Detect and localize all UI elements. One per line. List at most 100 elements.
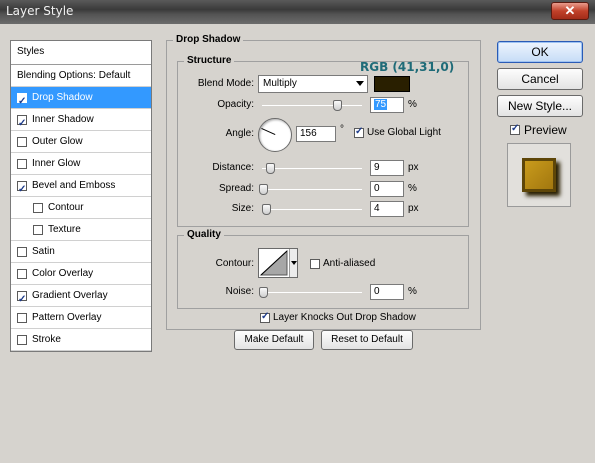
style-checkbox-texture[interactable] <box>33 224 43 235</box>
spread-slider[interactable] <box>259 184 362 195</box>
style-checkbox-drop-shadow[interactable] <box>17 91 27 113</box>
style-item-label: Texture <box>48 223 81 235</box>
noise-field[interactable]: 0 <box>370 284 404 300</box>
style-item-inner-shadow[interactable]: Inner Shadow <box>11 109 151 135</box>
style-item-color-overlay[interactable]: Color Overlay <box>11 263 151 285</box>
style-item-drop-shadow[interactable]: Drop Shadow <box>11 87 151 113</box>
style-checkbox-stroke[interactable] <box>17 334 27 345</box>
spread-value: 0 <box>374 183 380 194</box>
drop-shadow-title: Drop Shadow <box>173 34 244 45</box>
structure-title: Structure <box>184 55 235 66</box>
size-unit: px <box>408 203 419 214</box>
style-checkbox-gradient-overlay[interactable] <box>17 289 27 311</box>
style-item-label: Bevel and Emboss <box>32 179 116 191</box>
close-button[interactable]: ✕ <box>551 2 589 20</box>
style-item-label: Blending Options: Default <box>17 69 131 81</box>
size-label: Size: <box>231 203 254 214</box>
opacity-unit: % <box>408 99 417 110</box>
angle-dial-needle <box>261 127 276 135</box>
size-field[interactable]: 4 <box>370 201 404 217</box>
style-item-blending-options-default[interactable]: Blending Options: Default <box>11 65 151 87</box>
style-item-label: Color Overlay <box>32 267 94 279</box>
opacity-slider-thumb[interactable] <box>333 100 342 111</box>
style-item-outer-glow[interactable]: Outer Glow <box>11 131 151 153</box>
preview-checkbox[interactable]: Preview <box>510 123 567 137</box>
drop-shadow-group: Drop Shadow Structure RGB (41,31,0) Blen… <box>166 34 481 330</box>
chevron-down-icon <box>356 81 364 86</box>
contour-label: Contour: <box>215 258 254 269</box>
noise-slider[interactable] <box>259 287 362 298</box>
distance-slider-thumb[interactable] <box>266 163 275 174</box>
style-checkbox-satin[interactable] <box>17 246 27 257</box>
style-item-bevel-and-emboss[interactable]: Bevel and Emboss <box>11 175 151 201</box>
distance-slider[interactable] <box>262 163 362 174</box>
style-item-contour[interactable]: Contour <box>11 197 151 219</box>
preview-label: Preview <box>524 123 567 137</box>
style-checkbox-color-overlay[interactable] <box>17 268 27 279</box>
spread-field[interactable]: 0 <box>370 181 404 197</box>
style-item-satin[interactable]: Satin <box>11 241 151 263</box>
opacity-field[interactable]: 75 <box>370 97 404 113</box>
style-item-label: Outer Glow <box>32 135 83 147</box>
style-preview-thumbnail <box>507 143 571 207</box>
reset-to-default-button[interactable]: Reset to Default <box>321 330 413 350</box>
preview-check-icon[interactable] <box>510 123 520 135</box>
style-item-texture[interactable]: Texture <box>11 219 151 241</box>
opacity-label: Opacity: <box>217 99 254 110</box>
knocks-out-checkbox[interactable]: Layer Knocks Out Drop Shadow <box>260 311 416 323</box>
angle-field[interactable]: 156 <box>296 126 336 142</box>
anti-aliased-check-icon[interactable] <box>310 258 320 269</box>
style-checkbox-inner-glow[interactable] <box>17 158 27 169</box>
contour-picker[interactable] <box>258 248 298 278</box>
spread-slider-thumb[interactable] <box>259 184 268 195</box>
use-global-light-label: Use Global Light <box>367 127 441 138</box>
style-item-pattern-overlay[interactable]: Pattern Overlay <box>11 307 151 329</box>
blend-mode-select[interactable]: Multiply <box>258 75 368 93</box>
distance-value: 9 <box>374 162 380 173</box>
style-checkbox-pattern-overlay[interactable] <box>17 312 27 323</box>
style-checkbox-contour[interactable] <box>33 202 43 213</box>
preview-swatch <box>522 158 556 192</box>
size-slider-thumb[interactable] <box>262 204 271 215</box>
noise-slider-thumb[interactable] <box>259 287 268 298</box>
styles-list-header[interactable]: Styles <box>11 41 151 65</box>
style-checkbox-inner-shadow[interactable] <box>17 113 27 135</box>
contour-dropdown-icon[interactable] <box>289 249 297 277</box>
style-item-gradient-overlay[interactable]: Gradient Overlay <box>11 285 151 311</box>
structure-fieldset: Structure RGB (41,31,0) Blend Mode: Mult… <box>177 55 469 227</box>
use-global-light-check-icon[interactable] <box>354 126 364 138</box>
use-global-light-checkbox[interactable]: Use Global Light <box>354 126 441 138</box>
styles-list: Styles Blending Options: Default Drop Sha… <box>10 40 152 352</box>
style-item-label: Stroke <box>32 333 61 345</box>
contour-curve-icon <box>259 249 288 276</box>
opacity-slider[interactable] <box>262 100 362 111</box>
cancel-button[interactable]: Cancel <box>497 68 583 90</box>
distance-label: Distance: <box>212 162 254 173</box>
angle-dial[interactable] <box>258 118 292 152</box>
anti-aliased-checkbox[interactable]: Anti-aliased <box>310 258 375 269</box>
style-item-label: Drop Shadow <box>32 91 93 103</box>
style-checkbox-bevel-and-emboss[interactable] <box>17 179 27 201</box>
spread-unit: % <box>408 183 417 194</box>
window-title: Layer Style <box>6 4 74 18</box>
style-checkbox-outer-glow[interactable] <box>17 136 27 147</box>
angle-label: Angle: <box>225 128 254 139</box>
spread-label: Spread: <box>218 183 254 194</box>
knocks-out-check-icon[interactable] <box>260 311 270 323</box>
blend-mode-label: Blend Mode: <box>197 78 254 89</box>
distance-unit: px <box>408 162 419 173</box>
style-item-inner-glow[interactable]: Inner Glow <box>11 153 151 175</box>
shadow-color-swatch[interactable] <box>374 76 410 92</box>
style-item-label: Pattern Overlay <box>32 311 102 323</box>
new-style-button[interactable]: New Style... <box>497 95 583 117</box>
knocks-out-label: Layer Knocks Out Drop Shadow <box>273 312 416 323</box>
distance-field[interactable]: 9 <box>370 160 404 176</box>
make-default-button[interactable]: Make Default <box>234 330 314 350</box>
noise-label: Noise: <box>225 286 254 297</box>
style-item-stroke[interactable]: Stroke <box>11 329 151 351</box>
style-item-label: Inner Glow <box>32 157 81 169</box>
ok-button[interactable]: OK <box>497 41 583 63</box>
style-item-label: Contour <box>48 201 84 213</box>
color-annotation: RGB (41,31,0) <box>360 60 455 74</box>
size-slider[interactable] <box>262 204 362 215</box>
